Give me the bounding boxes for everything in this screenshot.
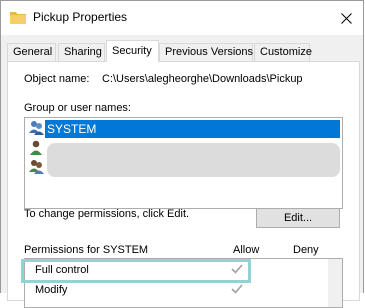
tab-general[interactable]: General xyxy=(7,43,56,61)
tab-previous-versions[interactable]: Previous Versions xyxy=(159,43,253,61)
group-names-list[interactable]: SYSTEM xyxy=(24,117,343,209)
window-title: Pickup Properties xyxy=(33,10,128,24)
users-group-icon xyxy=(28,120,45,136)
edit-button[interactable]: Edit... xyxy=(256,208,340,228)
allow-column-header: Allow xyxy=(233,244,260,256)
permission-row-modify: Modify xyxy=(25,282,342,300)
change-permissions-text: To change permissions, click Edit. xyxy=(24,208,190,220)
tab-security[interactable]: Security xyxy=(106,40,159,62)
tab-sharing[interactable]: Sharing xyxy=(58,43,105,61)
title-bar: Pickup Properties xyxy=(1,1,363,35)
close-button[interactable] xyxy=(329,1,363,35)
permissions-scrollbar[interactable] xyxy=(328,259,342,307)
list-item-label: SYSTEM xyxy=(47,122,97,136)
object-name-label: Object name: xyxy=(24,73,90,85)
users-group-icon xyxy=(28,159,45,175)
redacted-user-names xyxy=(47,143,340,177)
list-item-system[interactable]: SYSTEM xyxy=(45,120,340,138)
deny-column-header: Deny xyxy=(293,244,319,256)
permission-name: Modify xyxy=(35,284,68,296)
object-name-value: C:\Users\alegheorghe\Downloads\Pickup xyxy=(102,73,303,85)
permissions-label: Permissions for SYSTEM xyxy=(24,244,149,256)
user-icon xyxy=(28,140,45,156)
allow-check-icon xyxy=(231,284,243,297)
properties-window: Pickup Properties General Sharing Securi… xyxy=(0,0,364,308)
full-control-highlight xyxy=(21,259,251,283)
folder-icon xyxy=(10,11,26,24)
group-names-label: Group or user names: xyxy=(24,102,131,114)
close-icon xyxy=(340,12,352,24)
tab-customize[interactable]: Customize xyxy=(254,43,312,61)
